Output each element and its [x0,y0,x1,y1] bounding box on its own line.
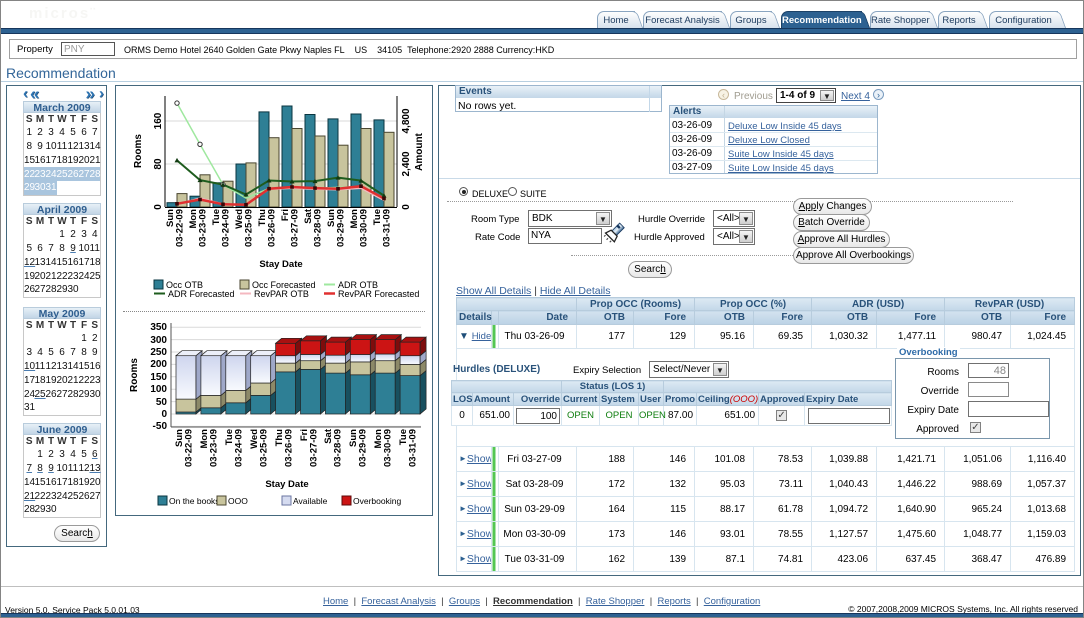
svg-text:Mon03-23-09: Mon03-23-09 [199,429,220,467]
svg-text:Fri03-27-09: Fri03-27-09 [299,429,320,467]
svg-text:Mon03-30-09: Mon03-30-09 [349,209,370,247]
svg-text:50: 50 [156,397,168,408]
svg-text:Tue03-31-09: Tue03-31-09 [398,429,419,467]
svg-text:80: 80 [153,158,164,170]
svg-text:Fri03-27-09: Fri03-27-09 [280,209,301,247]
svg-text:Overbooking: Overbooking [353,496,401,506]
svg-text:OOO: OOO [228,496,248,506]
svg-text:150: 150 [150,372,167,383]
svg-text:Rooms: Rooms [129,358,140,392]
svg-text:Tue03-31-09: Tue03-31-09 [372,209,393,247]
svg-text:100: 100 [150,384,167,395]
svg-text:Amount: Amount [414,132,425,170]
svg-text:Wed03-25-09: Wed03-25-09 [249,429,270,467]
svg-text:Sun03-22-09: Sun03-22-09 [165,209,186,247]
svg-text:Mon03-23-09: Mon03-23-09 [188,209,209,247]
svg-text:250: 250 [150,347,167,358]
svg-text:300: 300 [150,335,167,346]
svg-text:Sat03-28-09: Sat03-28-09 [323,428,344,467]
svg-text:On the books: On the books [169,496,220,506]
svg-text:Wed03-25-09: Wed03-25-09 [234,209,255,247]
svg-text:RevPAR OTB: RevPAR OTB [254,289,309,299]
svg-text:200: 200 [150,359,167,370]
svg-text:Sun03-22-09: Sun03-22-09 [174,429,195,467]
svg-text:Sat03-28-09: Sat03-28-09 [303,208,324,247]
svg-text:Thu03-26-09: Thu03-26-09 [257,209,278,247]
svg-text:2,400: 2,400 [401,151,412,176]
svg-text:Mon03-30-09: Mon03-30-09 [373,429,394,467]
svg-text:160: 160 [153,112,164,129]
svg-text:Tue03-24-09: Tue03-24-09 [211,209,232,247]
svg-text:Sun03-29-09: Sun03-29-09 [326,209,347,247]
svg-text:Sun03-29-09: Sun03-29-09 [348,429,369,467]
svg-text:Stay Date: Stay Date [265,479,308,490]
svg-text:Tue03-24-09: Tue03-24-09 [224,429,245,467]
svg-text:4,800: 4,800 [401,108,412,133]
svg-text:ADR Forecasted: ADR Forecasted [168,289,235,299]
svg-text:Available: Available [293,496,328,506]
svg-text:Stay Date: Stay Date [259,259,302,270]
svg-text:Rooms: Rooms [133,134,144,168]
svg-text:0: 0 [401,204,412,210]
svg-text:0: 0 [161,409,167,420]
svg-text:RevPAR Forecasted: RevPAR Forecasted [338,289,419,299]
svg-text:Thu03-26-09: Thu03-26-09 [274,429,295,467]
svg-text:-50: -50 [153,421,168,432]
svg-text:350: 350 [150,322,167,333]
svg-text:0: 0 [153,204,164,210]
